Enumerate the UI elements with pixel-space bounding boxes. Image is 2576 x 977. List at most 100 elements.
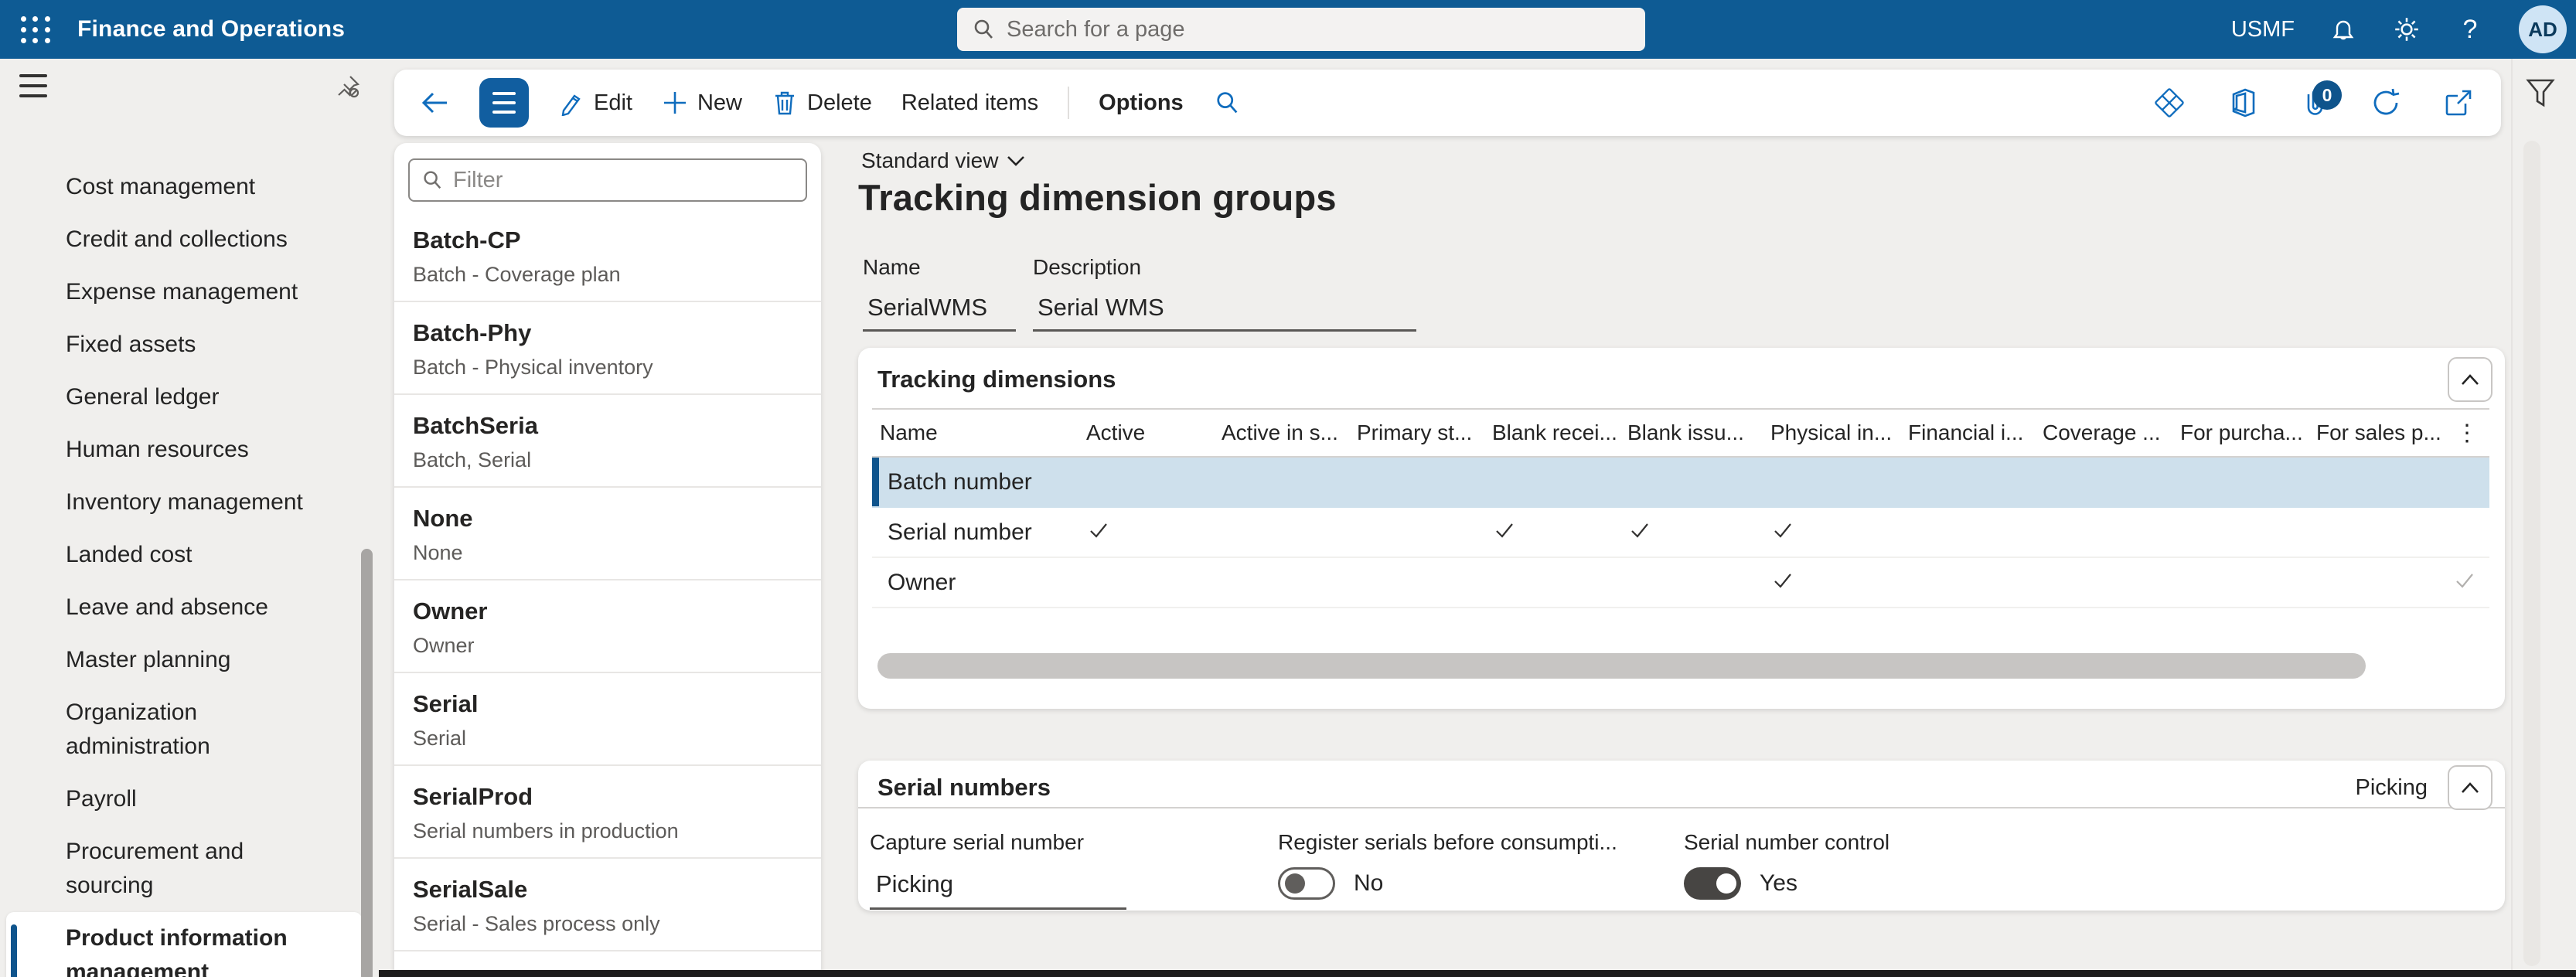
column-header-for-sales[interactable]: For sales p... bbox=[2309, 420, 2445, 445]
check-icon bbox=[2454, 571, 2475, 590]
sidebar-item-label: Leave and absence bbox=[66, 594, 268, 620]
command-search-icon[interactable] bbox=[1213, 89, 1241, 117]
column-header-active[interactable]: Active bbox=[1078, 420, 1214, 445]
topbar-left: Finance and Operations bbox=[0, 14, 345, 45]
sidebar-item[interactable]: Fixed assets bbox=[0, 318, 379, 371]
check-icon bbox=[1772, 521, 1794, 540]
back-arrow-icon[interactable] bbox=[421, 90, 450, 116]
sidebar-item-label: Inventory management bbox=[66, 489, 303, 515]
table-row[interactable]: Batch number bbox=[872, 458, 2489, 508]
sidebar-item[interactable]: Expense management bbox=[0, 266, 379, 318]
avatar[interactable]: AD bbox=[2519, 5, 2567, 53]
filter-funnel-icon[interactable] bbox=[2522, 76, 2559, 111]
sidebar-item[interactable]: Human resources bbox=[0, 424, 379, 476]
serial-control-field: Serial number control Yes bbox=[1684, 830, 1889, 900]
column-header-blank-receipt[interactable]: Blank recei... bbox=[1484, 420, 1620, 445]
list-item[interactable]: BatchSeria Batch, Serial bbox=[394, 395, 821, 488]
nav-scrollbar[interactable] bbox=[361, 549, 373, 977]
column-header-blank-issue[interactable]: Blank issu... bbox=[1620, 420, 1763, 445]
table-row[interactable]: Owner bbox=[872, 558, 2489, 608]
refresh-icon[interactable] bbox=[2370, 87, 2402, 119]
cell-blank-issue bbox=[1620, 519, 1763, 546]
view-selector[interactable]: Standard view bbox=[861, 148, 1026, 173]
list-item[interactable]: None None bbox=[394, 488, 821, 580]
collapse-section-button[interactable] bbox=[2448, 357, 2493, 402]
open-in-new-icon[interactable] bbox=[2442, 87, 2475, 119]
list-item[interactable]: SerialSale Serial - Sales process only bbox=[394, 859, 821, 951]
power-platform-icon[interactable] bbox=[2153, 87, 2186, 119]
column-header-financial-inventory[interactable]: Financial i... bbox=[1900, 420, 2035, 445]
page-scrollbar[interactable] bbox=[2523, 141, 2540, 966]
sidebar-item-label: Human resources bbox=[66, 437, 249, 462]
notifications-bell-icon[interactable] bbox=[2329, 15, 2358, 44]
sidebar-item[interactable]: Procurement and sourcing bbox=[0, 826, 379, 912]
sidebar-item[interactable]: Product information management bbox=[6, 912, 362, 977]
sidebar-item-label: General ledger bbox=[66, 384, 220, 410]
sidebar-item[interactable]: Credit and collections bbox=[0, 213, 379, 266]
collapse-section-button[interactable] bbox=[2448, 765, 2493, 810]
sidebar-item[interactable]: Landed cost bbox=[0, 529, 379, 581]
list-filter-field[interactable] bbox=[408, 158, 807, 202]
sidebar-item-label: Payroll bbox=[66, 786, 137, 812]
sidebar-item[interactable]: Organization administration bbox=[0, 686, 379, 773]
sidebar-item-label: Procurement and sourcing bbox=[66, 839, 244, 898]
register-serials-toggle[interactable] bbox=[1278, 867, 1335, 900]
cell-name: Serial number bbox=[888, 519, 1032, 545]
capture-serial-input[interactable] bbox=[870, 869, 1126, 910]
edit-button[interactable]: Edit bbox=[558, 90, 632, 116]
table-row[interactable]: Serial number bbox=[872, 508, 2489, 558]
name-label: Name bbox=[863, 255, 921, 279]
sidebar-item-label: Cost management bbox=[66, 174, 256, 199]
sidebar-item[interactable]: Payroll bbox=[0, 773, 379, 826]
column-header-primary[interactable]: Primary st... bbox=[1349, 420, 1484, 445]
search-input[interactable] bbox=[1007, 16, 1631, 43]
settings-gear-icon[interactable] bbox=[2392, 15, 2421, 44]
column-header-for-purchase[interactable]: For purcha... bbox=[2172, 420, 2309, 445]
view-selector-label: Standard view bbox=[861, 148, 999, 172]
list-item[interactable]: Serial Serial bbox=[394, 673, 821, 766]
cell-overflow bbox=[2445, 570, 2489, 596]
sidebar-item[interactable]: Master planning bbox=[0, 634, 379, 686]
sidebar-item[interactable]: Cost management bbox=[0, 161, 379, 213]
new-button[interactable]: New bbox=[662, 90, 742, 116]
list-item[interactable]: Owner Owner bbox=[394, 580, 821, 673]
column-header-physical-inventory[interactable]: Physical in... bbox=[1763, 420, 1900, 445]
list-item[interactable]: Batch-CP Batch - Coverage plan bbox=[394, 209, 821, 302]
sidebar-item[interactable]: Leave and absence bbox=[0, 581, 379, 634]
help-icon[interactable]: ? bbox=[2455, 15, 2485, 44]
list-item[interactable]: Batch-Phy Batch - Physical inventory bbox=[394, 302, 821, 395]
delete-label: Delete bbox=[807, 90, 872, 115]
delete-button[interactable]: Delete bbox=[772, 90, 872, 116]
list-item[interactable]: SerialProd Serial numbers in production bbox=[394, 766, 821, 859]
list-item-subtitle: Serial - Sales process only bbox=[413, 912, 660, 935]
page-title: Tracking dimension groups bbox=[858, 177, 1337, 218]
options-button[interactable]: Options bbox=[1099, 90, 1184, 116]
sidebar-nav: Cost management Credit and collections E… bbox=[0, 59, 379, 977]
column-header-name[interactable]: Name bbox=[872, 420, 1078, 445]
serial-control-toggle[interactable] bbox=[1684, 867, 1741, 900]
app-launcher-icon[interactable] bbox=[20, 14, 51, 45]
list-item-title: SerialProd bbox=[413, 783, 533, 810]
attachments-paperclip-icon[interactable]: 0 bbox=[2298, 80, 2342, 119]
grid-overflow-icon[interactable]: ⋮ bbox=[2445, 420, 2489, 447]
sidebar-item[interactable]: Inventory management bbox=[0, 476, 379, 529]
description-input[interactable] bbox=[1033, 291, 1416, 332]
filter-input[interactable] bbox=[453, 167, 795, 193]
unpin-icon[interactable] bbox=[334, 73, 362, 100]
column-header-active-in-sales[interactable]: Active in s... bbox=[1214, 420, 1349, 445]
global-search[interactable] bbox=[957, 8, 1645, 51]
office-icon[interactable] bbox=[2226, 87, 2258, 119]
list-item-title: Batch-Phy bbox=[413, 319, 532, 346]
trash-icon bbox=[772, 90, 798, 116]
show-list-button[interactable] bbox=[479, 78, 529, 128]
related-items-button[interactable]: Related items bbox=[901, 90, 1038, 116]
filter-pane-rail bbox=[2511, 59, 2576, 977]
grid-horizontal-scrollbar[interactable] bbox=[877, 653, 2366, 679]
column-header-coverage[interactable]: Coverage ... bbox=[2035, 420, 2172, 445]
list-item-title: Owner bbox=[413, 597, 488, 625]
company-selector[interactable]: USMF bbox=[2231, 17, 2295, 43]
name-input[interactable] bbox=[863, 291, 1016, 332]
nav-hamburger-icon[interactable] bbox=[19, 74, 47, 97]
app-title[interactable]: Finance and Operations bbox=[77, 16, 345, 43]
sidebar-item[interactable]: General ledger bbox=[0, 371, 379, 424]
